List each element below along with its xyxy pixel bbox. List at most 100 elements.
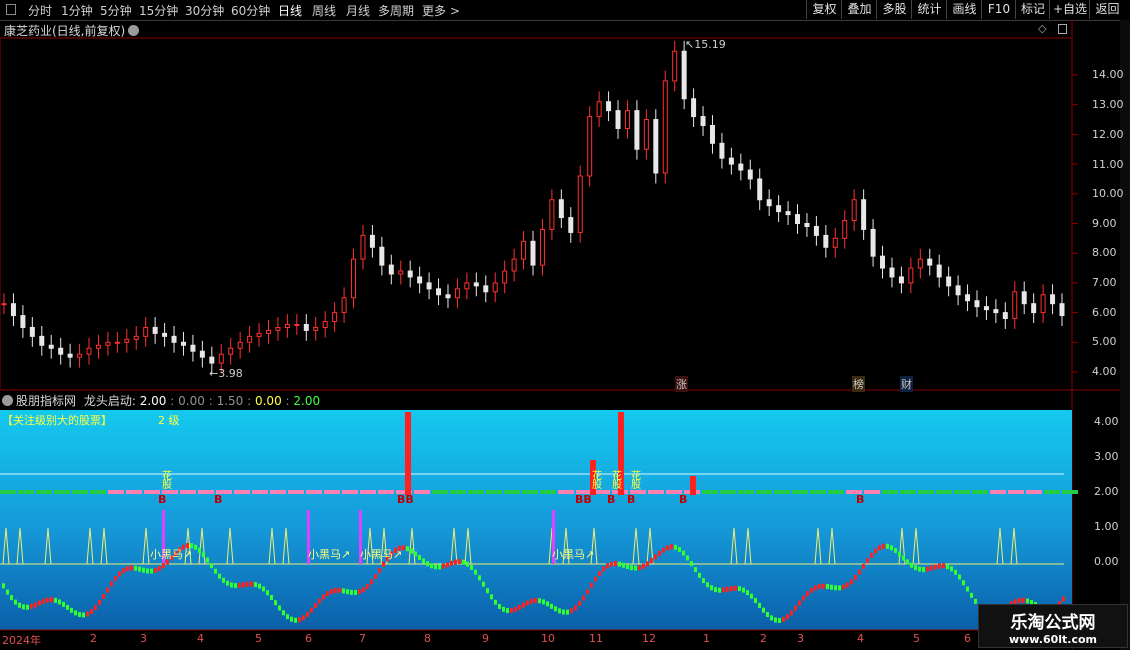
x-axis-label: 7 [359,632,366,645]
oscillator-dot [58,599,61,605]
oscillator-dot [326,591,329,597]
price-tick: 9.00 [1092,217,1117,230]
candle [256,332,262,337]
indicator-name[interactable]: 股朋指标网 [16,394,76,408]
level-band-segment [450,490,466,494]
indicator-label: 龙头启动: [83,394,136,408]
candle [870,228,876,257]
oscillator-dot [902,555,905,561]
candle [199,350,205,358]
dark-horse-marker: 小黑马↗ [360,548,403,561]
oscillator-dot [78,612,81,618]
buy-signal: BB [575,493,592,506]
oscillator-dot [762,607,765,613]
price-tick: 4.00 [1092,365,1117,378]
oscillator-dot [850,579,853,585]
oscillator-dot [350,589,353,595]
oscillator-dot [466,561,469,567]
oscillator-dot [934,564,937,570]
candle [511,258,517,272]
candle [1021,291,1027,305]
x-axis-label: 10 [541,632,555,645]
oscillator-dot [194,544,197,550]
oscillator-dot [782,616,785,622]
price-tick: 12.00 [1092,128,1124,141]
oscillator-dot [6,589,9,595]
level-band-segment [126,490,142,494]
oscillator-dot [1018,597,1021,603]
oscillator-dot [642,563,645,569]
candle [606,101,612,112]
level-band-segment [936,490,952,494]
event-limit-up-marker[interactable]: 涨 [675,376,688,392]
x-axis-label: 2024年 [2,634,41,647]
x-axis-label: 8 [424,632,431,645]
oscillator-dot [10,595,13,601]
oscillator-dot [138,566,141,572]
oscillator-dot [598,571,601,577]
x-axis-label: 3 [140,632,147,645]
event-finance-marker[interactable]: 财 [900,376,913,392]
level-band-segment [990,490,1006,494]
oscillator-dot [618,561,621,567]
oscillator-dot [450,560,453,566]
oscillator-dot [286,614,289,620]
oscillator-dot [370,579,373,585]
oscillator-dot [406,546,409,552]
flower-stock-marker: 花股 [631,471,641,491]
oscillator-dot [426,561,429,567]
oscillator-dot [810,587,813,593]
oscillator-dot [594,576,597,582]
oscillator-dot [570,608,573,614]
candle [105,341,111,346]
oscillator-dot [374,573,377,579]
indicator-menu-icon[interactable] [2,395,13,406]
level-band-segment [234,490,250,494]
watermark-url: www.60lt.com [1008,633,1098,646]
oscillator-dot [786,614,789,620]
candle [691,98,697,118]
oscillator-dot [402,545,405,551]
candle [813,225,819,236]
x-axis-label: 5 [255,632,262,645]
level-band-segment [18,490,34,494]
candle [946,276,952,287]
level-band-segment [252,490,268,494]
level-band-segment [198,490,214,494]
candle [247,335,253,343]
candle [842,220,848,239]
level-band-segment [522,490,538,494]
oscillator-dot [778,617,781,623]
sep: : [208,394,213,408]
oscillator-dot [410,548,413,554]
indicator-value: 1.50 [216,394,244,408]
oscillator-dot [86,611,89,617]
x-axis-label: 11 [589,632,603,645]
candle [653,119,659,174]
price-tick: 13.00 [1092,98,1124,111]
oscillator-dot [626,564,629,570]
buy-signal: B [679,493,688,506]
level-band-segment [738,490,754,494]
candle [77,353,83,358]
candle [20,315,26,328]
candle [757,178,763,201]
event-ranking-marker[interactable]: 榜 [852,376,865,392]
candle [766,199,772,207]
level-band-segment [270,490,286,494]
candle [993,309,999,314]
sep: : [170,394,175,408]
oscillator-dot [510,608,513,614]
oscillator-dot [418,554,421,560]
level-band-segment [828,490,844,494]
oscillator-dot [666,545,669,551]
oscillator-dot [14,599,17,605]
oscillator-dot [90,609,93,615]
oscillator-dot [470,564,473,570]
candle [747,169,753,180]
oscillator-dot [866,558,869,564]
buy-signal: BB [397,493,414,506]
level-band-segment [54,490,70,494]
oscillator-dot [38,600,41,606]
oscillator-dot [726,586,729,592]
